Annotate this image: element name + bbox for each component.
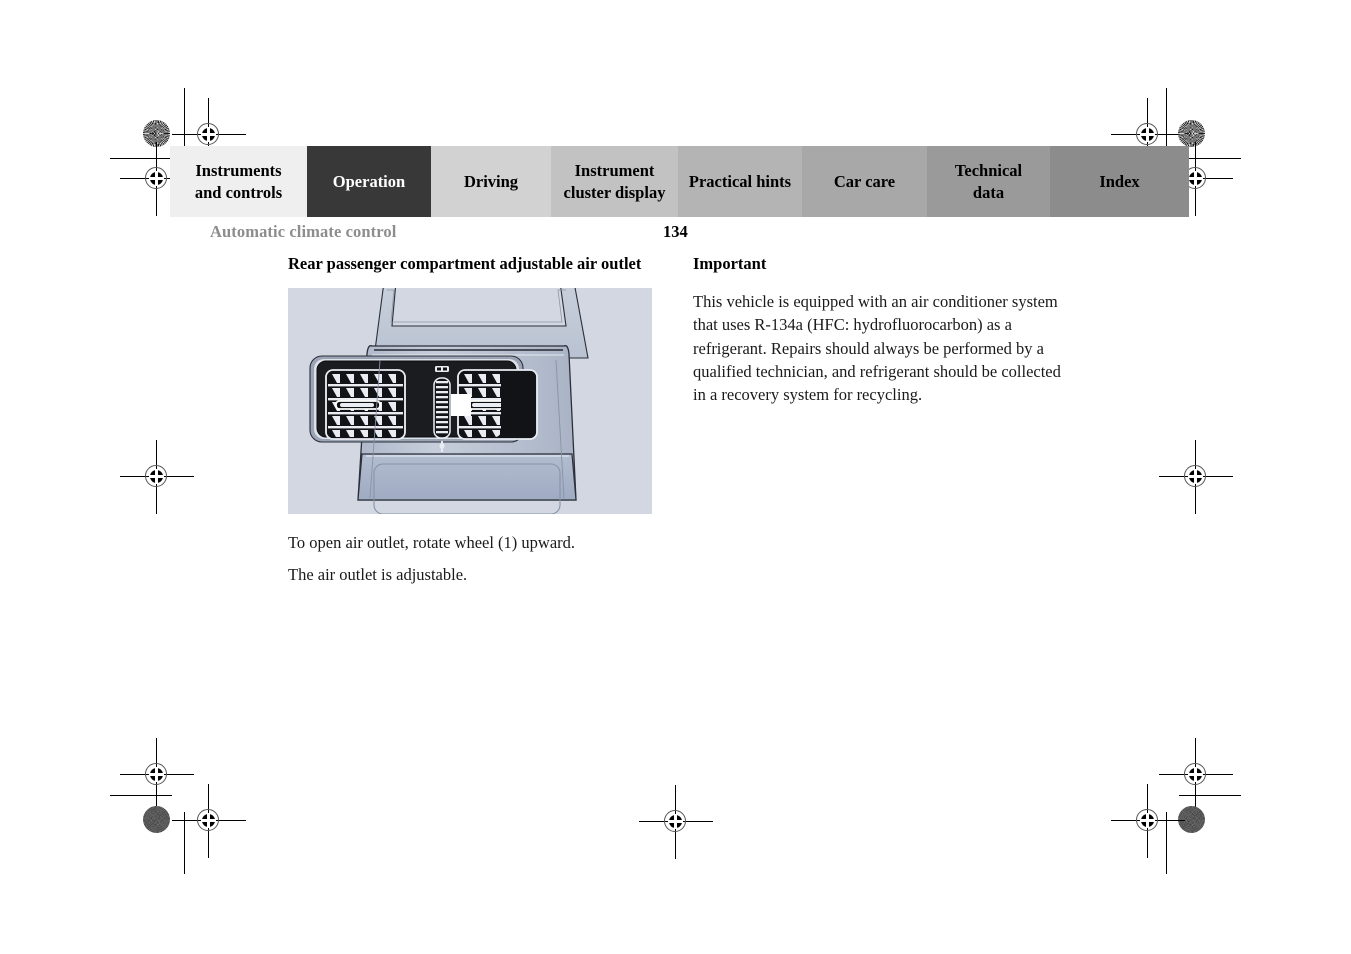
chapter-tab-label: Instruments and controls — [194, 161, 283, 202]
rear-console-air-outlet-illustration — [288, 288, 652, 514]
chapter-title: Automatic climate control — [210, 222, 397, 241]
important-body-text: This vehicle is equipped with an air con… — [693, 291, 1061, 405]
chapter-tab-instrument-cluster-display[interactable]: Instrument cluster display — [551, 146, 678, 217]
section-subheading: Rear passenger compartment adjustable ai… — [288, 254, 642, 273]
caption-line-1: To open air outlet, rotate wheel (1) upw… — [288, 533, 576, 552]
chapter-tab-instruments-and-controls[interactable]: Instruments and controls — [170, 146, 307, 217]
chapter-tab-label: Instrument cluster display — [563, 161, 666, 202]
chapter-tab-driving[interactable]: Driving — [431, 146, 551, 217]
registration-crosshair-left-middle — [120, 440, 194, 514]
left-text-column: Rear passenger compartment adjustable ai… — [288, 254, 652, 290]
chapter-tab-bar: Instruments and controls Operation Driving I… — [170, 146, 1189, 217]
registration-crosshair-bottom-center — [639, 785, 713, 859]
page-number: 134 — [663, 222, 688, 241]
registration-crosshair-bottom-right — [1111, 784, 1185, 858]
important-heading: Important — [693, 254, 767, 273]
chapter-tab-car-care[interactable]: Car care — [802, 146, 927, 217]
rosette-mark-bottom-left — [143, 806, 170, 833]
chapter-tab-label: Operation — [332, 171, 406, 191]
chapter-tab-label: Practical hints — [688, 171, 792, 191]
chapter-tab-label: Driving — [463, 171, 519, 191]
chapter-tab-label: Car care — [833, 171, 896, 191]
chapter-tab-label: Index — [1099, 171, 1140, 191]
running-header: Automatic climate control 134 — [170, 222, 1181, 246]
chapter-tab-operation[interactable]: Operation — [307, 146, 431, 217]
chapter-tab-practical-hints[interactable]: Practical hints — [678, 146, 802, 217]
registration-crosshair-bottom-left — [172, 784, 246, 858]
chapter-tab-technical-data[interactable]: Technical data — [927, 146, 1050, 217]
chapter-tab-label: Technical data — [954, 161, 1023, 202]
trim-rule-left-bottom-horizontal — [110, 795, 172, 797]
right-text-column: Important This vehicle is equipped with … — [693, 254, 1063, 418]
caption-line-2: The air outlet is adjustable. — [288, 565, 468, 585]
figure-caption-block: To open air outlet, rotate wheel (1) upw… — [288, 531, 668, 598]
trim-rule-right-bottom-horizontal — [1179, 795, 1241, 797]
chapter-tab-index[interactable]: Index — [1050, 146, 1189, 217]
registration-crosshair-right-middle — [1159, 440, 1233, 514]
